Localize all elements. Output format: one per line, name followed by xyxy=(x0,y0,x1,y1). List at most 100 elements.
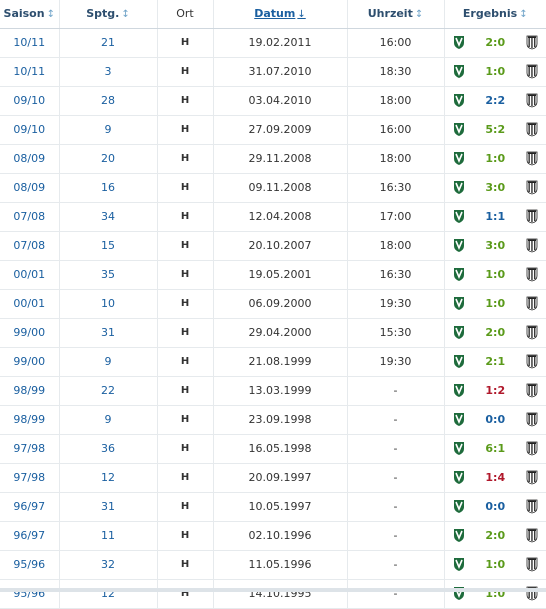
ergebnis-header[interactable]: Ergebnis ↕ xyxy=(444,0,546,29)
score-link[interactable]: 3:0 xyxy=(485,239,505,252)
saison-cell[interactable]: 95/96 xyxy=(0,579,60,609)
home-team-crest-icon[interactable] xyxy=(453,296,465,311)
score-link[interactable]: 2:2 xyxy=(485,94,505,107)
away-team-crest-icon[interactable] xyxy=(526,122,538,137)
saison-cell[interactable]: 97/98 xyxy=(0,434,60,464)
away-team-crest-icon[interactable] xyxy=(526,238,538,253)
away-team-crest-icon[interactable] xyxy=(526,296,538,311)
spieltag-cell[interactable]: 9 xyxy=(59,347,158,377)
home-team-crest-icon[interactable] xyxy=(453,180,465,195)
ergebnis-cell[interactable]: 3:0 xyxy=(444,231,546,261)
spieltag-cell[interactable]: 36 xyxy=(59,434,158,464)
away-team-crest-icon[interactable] xyxy=(526,151,538,166)
spieltag-cell[interactable]: 32 xyxy=(59,550,158,580)
spieltag-cell[interactable]: 10 xyxy=(59,289,158,319)
saison-cell[interactable]: 09/10 xyxy=(0,86,60,116)
ergebnis-cell[interactable]: 6:1 xyxy=(444,434,546,464)
spieltag-cell[interactable]: 31 xyxy=(59,318,158,348)
spieltag-cell[interactable]: 11 xyxy=(59,521,158,551)
spieltag-cell[interactable]: 20 xyxy=(59,144,158,174)
saison-cell[interactable]: 07/08 xyxy=(0,231,60,261)
ergebnis-cell[interactable]: 2:2 xyxy=(444,86,546,116)
home-team-crest-icon[interactable] xyxy=(453,528,465,543)
ergebnis-cell[interactable]: 1:1 xyxy=(444,202,546,232)
saison-cell[interactable]: 98/99 xyxy=(0,376,60,406)
spieltag-cell[interactable]: 12 xyxy=(59,579,158,609)
ergebnis-cell[interactable]: 2:0 xyxy=(444,318,546,348)
spieltag-cell[interactable]: 3 xyxy=(59,57,158,87)
spieltag-cell[interactable]: 21 xyxy=(59,28,158,58)
away-team-crest-icon[interactable] xyxy=(526,383,538,398)
spieltag-cell[interactable]: 28 xyxy=(59,86,158,116)
away-team-crest-icon[interactable] xyxy=(526,557,538,572)
ergebnis-cell[interactable]: 1:0 xyxy=(444,57,546,87)
saison-cell[interactable]: 96/97 xyxy=(0,492,60,522)
home-team-crest-icon[interactable] xyxy=(453,238,465,253)
ergebnis-cell[interactable]: 5:2 xyxy=(444,115,546,145)
spieltag-cell[interactable]: 22 xyxy=(59,376,158,406)
ergebnis-cell[interactable]: 1:0 xyxy=(444,260,546,290)
away-team-crest-icon[interactable] xyxy=(526,470,538,485)
saison-cell[interactable]: 97/98 xyxy=(0,463,60,493)
home-team-crest-icon[interactable] xyxy=(453,151,465,166)
datum-header[interactable]: Datum ↓ xyxy=(213,0,348,29)
spieltag-cell[interactable]: 12 xyxy=(59,463,158,493)
score-link[interactable]: 2:0 xyxy=(485,326,505,339)
score-link[interactable]: 1:1 xyxy=(485,210,505,223)
saison-cell[interactable]: 07/08 xyxy=(0,202,60,232)
saison-cell[interactable]: 98/99 xyxy=(0,405,60,435)
saison-cell[interactable]: 08/09 xyxy=(0,144,60,174)
score-link[interactable]: 0:0 xyxy=(485,413,505,426)
spieltag-cell[interactable]: 15 xyxy=(59,231,158,261)
saison-cell[interactable]: 08/09 xyxy=(0,173,60,203)
ergebnis-cell[interactable]: 1:2 xyxy=(444,376,546,406)
saison-cell[interactable]: 96/97 xyxy=(0,521,60,551)
saison-cell[interactable]: 00/01 xyxy=(0,289,60,319)
away-team-crest-icon[interactable] xyxy=(526,93,538,108)
home-team-crest-icon[interactable] xyxy=(453,470,465,485)
score-link[interactable]: 6:1 xyxy=(485,442,505,455)
away-team-crest-icon[interactable] xyxy=(526,64,538,79)
saison-cell[interactable]: 10/11 xyxy=(0,28,60,58)
away-team-crest-icon[interactable] xyxy=(526,209,538,224)
saison-cell[interactable]: 95/96 xyxy=(0,550,60,580)
score-link[interactable]: 1:2 xyxy=(485,384,505,397)
score-link[interactable]: 1:4 xyxy=(485,471,505,484)
spieltag-cell[interactable]: 34 xyxy=(59,202,158,232)
ergebnis-cell[interactable]: 1:0 xyxy=(444,550,546,580)
score-link[interactable]: 2:0 xyxy=(485,36,505,49)
home-team-crest-icon[interactable] xyxy=(453,354,465,369)
home-team-crest-icon[interactable] xyxy=(453,325,465,340)
score-link[interactable]: 2:0 xyxy=(485,529,505,542)
spieltag-cell[interactable]: 9 xyxy=(59,115,158,145)
spieltag-cell[interactable]: 9 xyxy=(59,405,158,435)
spieltag-cell[interactable]: 35 xyxy=(59,260,158,290)
away-team-crest-icon[interactable] xyxy=(526,267,538,282)
home-team-crest-icon[interactable] xyxy=(453,441,465,456)
score-link[interactable]: 3:0 xyxy=(485,181,505,194)
ergebnis-cell[interactable]: 1:0 xyxy=(444,144,546,174)
spieltag-cell[interactable]: 16 xyxy=(59,173,158,203)
ergebnis-cell[interactable]: 1:0 xyxy=(444,579,546,609)
ergebnis-cell[interactable]: 1:4 xyxy=(444,463,546,493)
home-team-crest-icon[interactable] xyxy=(453,64,465,79)
spieltag-cell[interactable]: 31 xyxy=(59,492,158,522)
away-team-crest-icon[interactable] xyxy=(526,441,538,456)
saison-cell[interactable]: 00/01 xyxy=(0,260,60,290)
home-team-crest-icon[interactable] xyxy=(453,499,465,514)
home-team-crest-icon[interactable] xyxy=(453,412,465,427)
saison-cell[interactable]: 09/10 xyxy=(0,115,60,145)
away-team-crest-icon[interactable] xyxy=(526,528,538,543)
score-link[interactable]: 1:0 xyxy=(485,558,505,571)
uhrzeit-header[interactable]: Uhrzeit ↕ xyxy=(347,0,445,29)
home-team-crest-icon[interactable] xyxy=(453,267,465,282)
saison-header[interactable]: Saison ↕ xyxy=(0,0,60,29)
home-team-crest-icon[interactable] xyxy=(453,557,465,572)
home-team-crest-icon[interactable] xyxy=(453,209,465,224)
home-team-crest-icon[interactable] xyxy=(453,383,465,398)
home-team-crest-icon[interactable] xyxy=(453,35,465,50)
score-link[interactable]: 5:2 xyxy=(485,123,505,136)
saison-cell[interactable]: 99/00 xyxy=(0,347,60,377)
score-link[interactable]: 1:0 xyxy=(485,152,505,165)
away-team-crest-icon[interactable] xyxy=(526,180,538,195)
